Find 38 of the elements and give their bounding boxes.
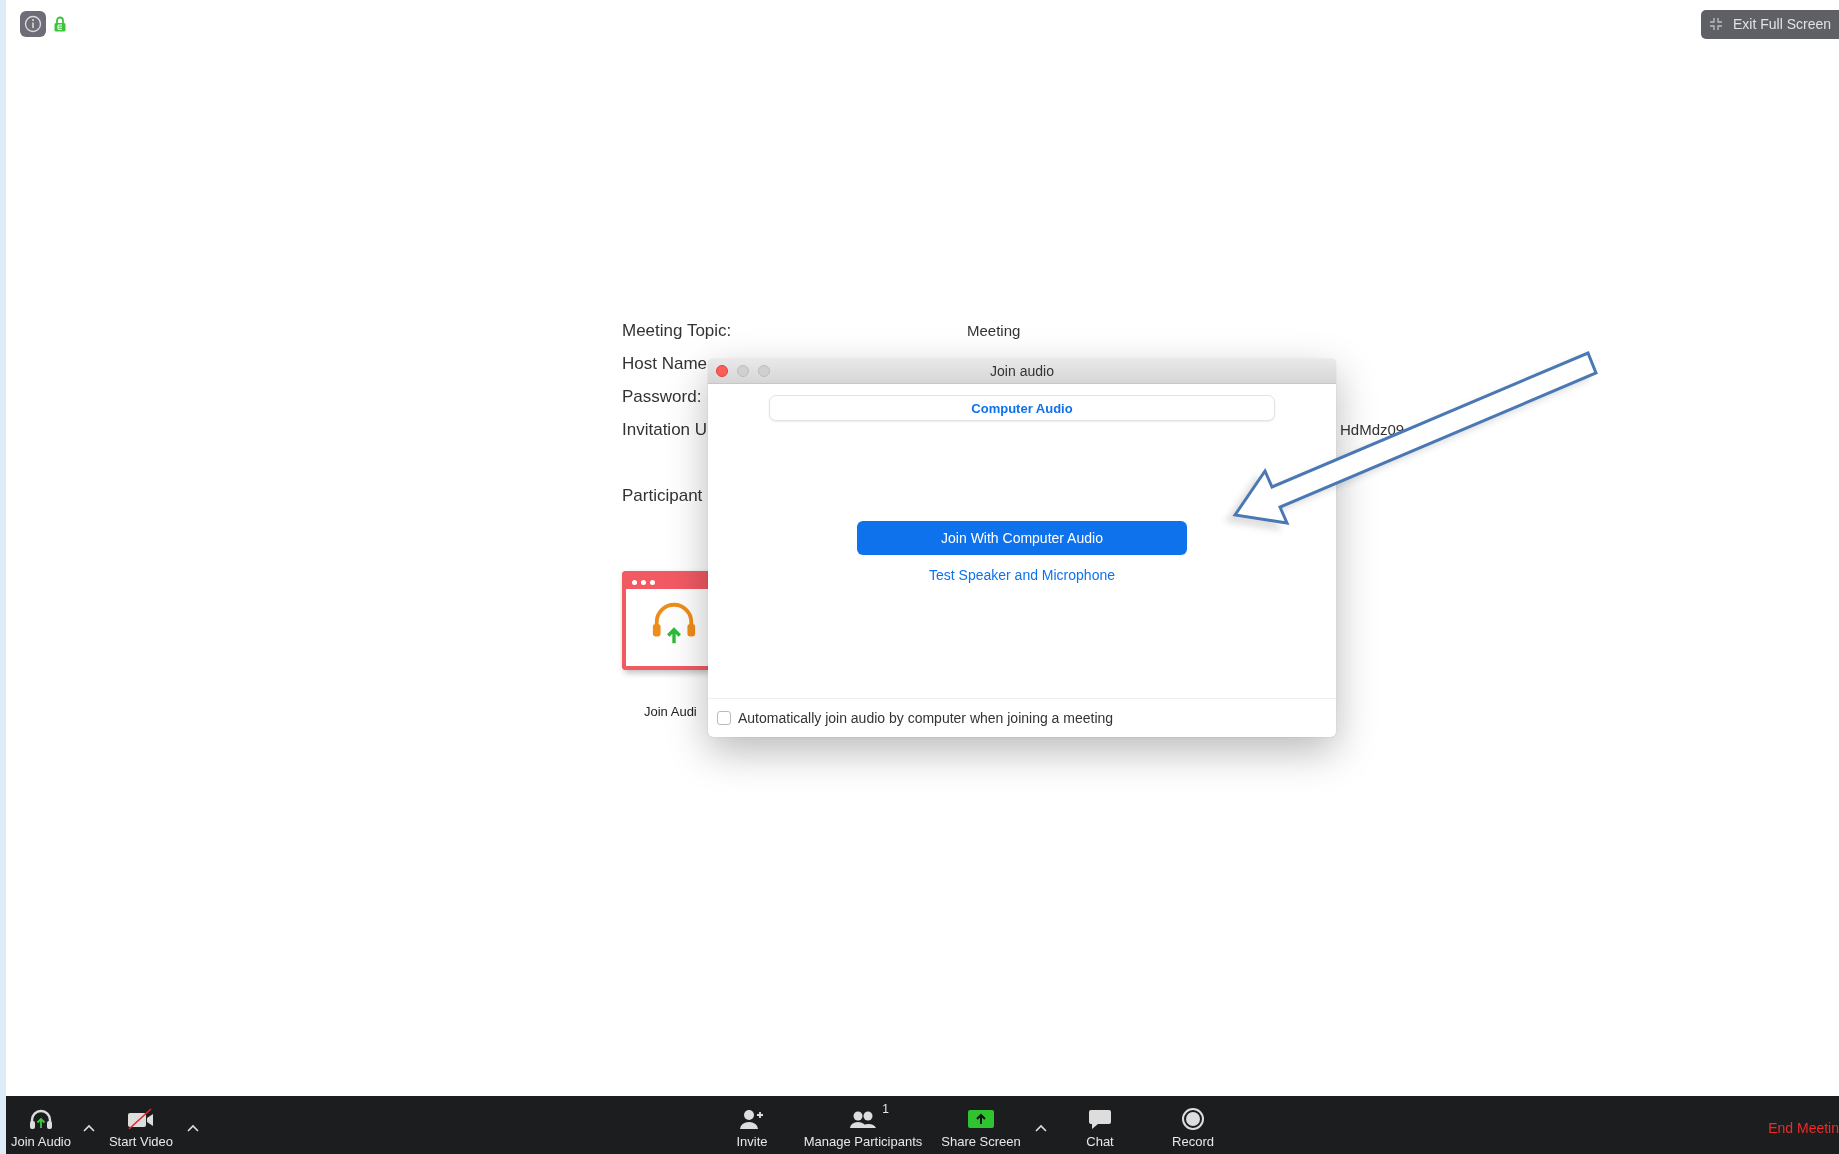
test-speaker-link[interactable]: Test Speaker and Microphone	[929, 567, 1115, 583]
caret-icon	[83, 1123, 95, 1132]
info-icon[interactable]	[20, 11, 46, 37]
tab[interactable]: Computer Audio	[769, 395, 1275, 421]
info-value: Meeting	[967, 322, 1021, 339]
share-screen-icon	[967, 1107, 995, 1130]
toolbar-button[interactable]: 1 Manage Participants	[801, 1101, 925, 1154]
caret-icon	[187, 1123, 199, 1132]
shrink-icon	[1708, 17, 1723, 31]
exit-full-screen-button[interactable]: Exit Full Screen	[1700, 9, 1839, 39]
lock-icon[interactable]	[54, 16, 66, 32]
toolbar-button[interactable]: Join Audio	[6, 1101, 76, 1154]
close-button[interactable]	[716, 365, 728, 377]
toolbar-button[interactable]: Start Video	[102, 1101, 180, 1154]
toolbar-button[interactable]: Record	[1163, 1101, 1223, 1154]
chat-bubble-icon	[1087, 1107, 1113, 1130]
checkbox-label: Automatically join audio by computer when joining a meeting	[738, 710, 1114, 726]
info-label: Participant	[622, 485, 703, 506]
tile-label: Join Audi	[644, 704, 697, 719]
toolbar-button[interactable]: Invite	[722, 1101, 782, 1154]
record-icon	[1181, 1106, 1205, 1131]
dialog-title: Join audio	[990, 363, 1054, 379]
join-audio-tile[interactable]	[622, 571, 708, 670]
info-label: Password:	[622, 386, 702, 407]
info-label: Meeting Topic:	[622, 320, 732, 341]
participant-count: 1	[882, 1101, 889, 1116]
checkbox[interactable]	[717, 711, 731, 725]
end-meeting-button[interactable]: End Meetin	[1768, 1101, 1839, 1154]
toolbar-button[interactable]: Chat	[1070, 1101, 1130, 1154]
camera-off-icon	[126, 1107, 156, 1130]
info-value: HdMdz09	[1340, 421, 1405, 438]
join-computer-audio-button[interactable]: Join With Computer Audio	[857, 521, 1187, 555]
headphones-icon	[28, 1107, 54, 1130]
toolbar-button[interactable]: Share Screen	[936, 1101, 1026, 1154]
caret-icon	[1035, 1123, 1047, 1132]
info-label: Host Name	[622, 353, 708, 374]
person-add-icon	[739, 1107, 765, 1130]
info-label: Invitation U	[622, 419, 708, 440]
